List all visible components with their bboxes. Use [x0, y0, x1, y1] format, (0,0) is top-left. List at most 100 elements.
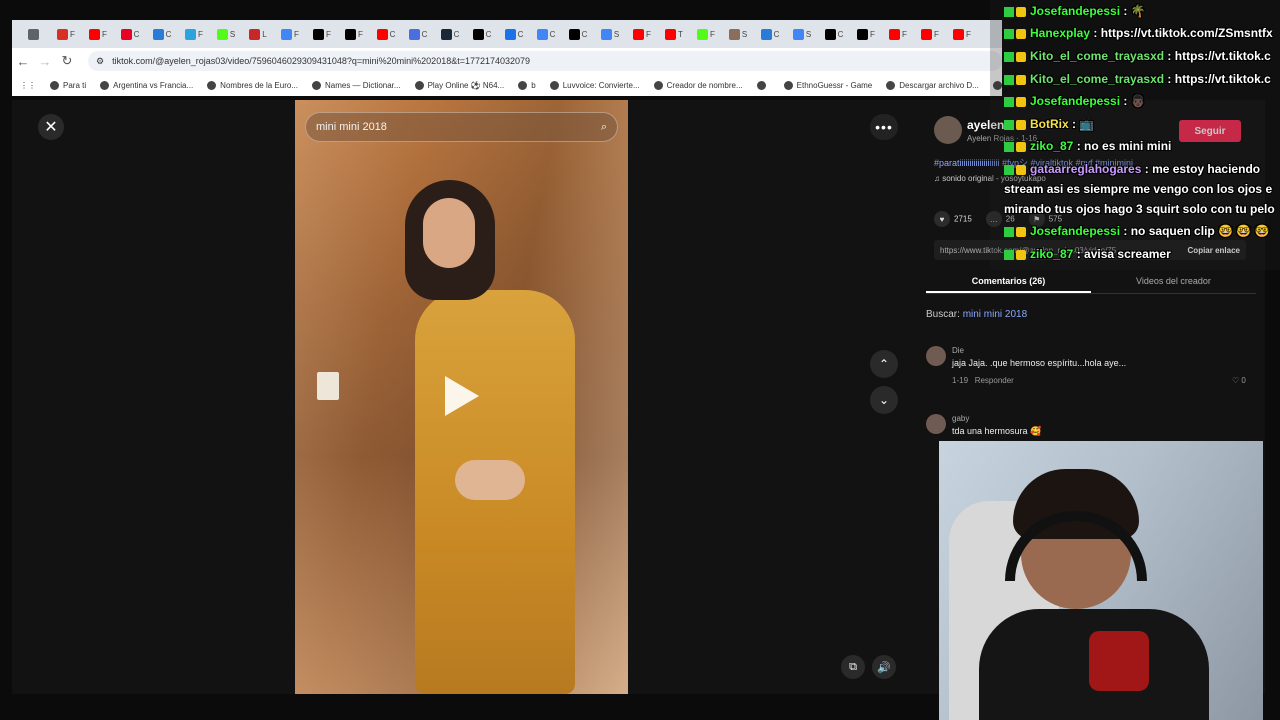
chat-text: : https://vt.tiktok.c [1167, 72, 1271, 86]
microphone-icon [1089, 631, 1149, 691]
browser-tab[interactable]: F [82, 20, 114, 48]
stream-chat-overlay: Josefandepessi : 🌴 Hanexplay : https://vt… [990, 0, 1280, 270]
bookmark-item[interactable]: Argentina vs Francia... [100, 80, 193, 90]
browser-tab[interactable]: S [786, 20, 818, 48]
browser-tab[interactable]: F [690, 20, 722, 48]
bookmark-item[interactable]: Names — Dictionar... [311, 80, 401, 90]
browser-tab[interactable]: T [658, 20, 690, 48]
chat-username[interactable]: Kito_el_come_trayasxd [1030, 72, 1164, 86]
commenter-avatar[interactable] [926, 414, 946, 434]
reload-button[interactable]: ↻ [56, 53, 78, 69]
video-search-bar[interactable]: mini mini 2018 ⌕ [305, 112, 618, 142]
browser-tab[interactable]: C [754, 20, 786, 48]
tab-title: C [517, 29, 524, 39]
browser-tab[interactable]: L [242, 20, 274, 48]
more-options-button[interactable]: ••• [870, 114, 898, 140]
previous-video-button[interactable]: ⌃ [870, 350, 898, 378]
search-icon[interactable]: ⌕ [601, 121, 607, 134]
commenter-name[interactable]: Die [952, 346, 964, 355]
bookmark-item[interactable]: Play Online ⚽ N64... [414, 80, 504, 90]
tiktok-icon [824, 28, 836, 40]
download-icon [504, 28, 516, 40]
browser-tab[interactable]: F [882, 20, 914, 48]
bookmark-item[interactable]: EthnoGuessr - Game [783, 80, 872, 90]
bookmark-item[interactable]: Para ti [50, 80, 86, 90]
chat-text: : me estoy haciendo [1144, 162, 1261, 176]
chat-username[interactable]: Hanexplay [1030, 26, 1090, 40]
pip-button[interactable]: ⧉ [841, 655, 865, 679]
volume-button[interactable]: 🔊 [872, 655, 896, 679]
chat-username[interactable]: gataarreglahogares [1030, 162, 1141, 176]
chat-username[interactable]: ziko_87 [1030, 247, 1073, 261]
chat-message: stream asi es siempre me vengo con los o… [1004, 182, 1272, 196]
browser-tab[interactable]: S [210, 20, 242, 48]
browser-tab[interactable]: C [434, 20, 466, 48]
kick-badge-icon [1004, 28, 1014, 39]
commenter-name[interactable]: gaby [952, 414, 969, 423]
browser-tab[interactable]: C [498, 20, 530, 48]
reply-button[interactable]: Responder [975, 376, 1014, 385]
site-info-icon[interactable]: ⚙ [96, 56, 104, 67]
chat-username[interactable]: Josefandepessi [1030, 4, 1120, 18]
chat-text: : no es mini mini [1076, 139, 1172, 153]
browser-tab[interactable]: S [594, 20, 626, 48]
bookmark-item[interactable]: Luvvoice: Convierte... [549, 80, 640, 90]
bookmark-favicon-icon [311, 80, 321, 90]
play-icon[interactable] [445, 376, 479, 416]
browser-tab[interactable]: C [114, 20, 146, 48]
browser-tab[interactable]: F [338, 20, 370, 48]
browser-tab[interactable]: F [274, 20, 306, 48]
chat-username[interactable]: BotRix [1030, 117, 1069, 131]
tab-title: F [70, 29, 75, 39]
creator-avatar[interactable] [934, 116, 962, 144]
next-video-button[interactable]: ⌄ [870, 386, 898, 414]
browser-tab[interactable]: C [562, 20, 594, 48]
tab-creator-videos[interactable]: Videos del creador [1091, 270, 1256, 293]
tab-title: C [389, 29, 396, 39]
browser-tab[interactable]: C [370, 20, 402, 48]
address-bar[interactable]: ⚙ tiktok.com/@ayelen_rojas03/video/75960… [88, 51, 1002, 71]
browser-tab[interactable]: F [306, 20, 338, 48]
kick-badge-icon [1004, 51, 1014, 62]
browser-tab[interactable]: F [850, 20, 882, 48]
chat-username[interactable]: ziko_87 [1030, 139, 1073, 153]
apps-grid-icon[interactable]: ⋮⋮ [20, 81, 36, 90]
tab-comments[interactable]: Comentarios (26) [926, 270, 1091, 293]
forward-button[interactable]: → [34, 54, 56, 69]
back-button[interactable]: ← [12, 54, 34, 69]
commenter-avatar[interactable] [926, 346, 946, 366]
browser-tab[interactable] [18, 20, 50, 48]
browser-tab[interactable]: C [818, 20, 850, 48]
close-video-button[interactable]: ✕ [38, 114, 64, 140]
browser-tab[interactable]: C [402, 20, 434, 48]
subscriber-badge-icon [1016, 119, 1026, 130]
browser-tab[interactable]: F [946, 20, 978, 48]
browser-tab[interactable]: C [466, 20, 498, 48]
tab-title: C [485, 29, 492, 39]
browser-tab[interactable]: F [178, 20, 210, 48]
video-person-face [423, 198, 475, 268]
bookmark-item[interactable]: Descargar archivo D... [886, 80, 979, 90]
chat-username[interactable]: Kito_el_come_trayasxd [1030, 49, 1164, 63]
chat-username[interactable]: Josefandepessi [1030, 224, 1120, 238]
like-stat[interactable]: ♥ 2715 [934, 211, 972, 227]
bookmark-item[interactable]: b [518, 80, 536, 90]
video-player[interactable]: mini mini 2018 ⌕ [295, 100, 628, 694]
browser-tab[interactable]: F [626, 20, 658, 48]
chat-message: BotRix : 📺 [1004, 117, 1094, 131]
chat-username[interactable]: Josefandepessi [1030, 94, 1120, 108]
tab-title: C [837, 29, 844, 39]
browser-tab[interactable]: S [722, 20, 754, 48]
browser-tab[interactable]: C [146, 20, 178, 48]
related-search[interactable]: Buscar: mini mini 2018 [926, 309, 1027, 320]
browser-tab[interactable]: F [50, 20, 82, 48]
browser-tab[interactable]: C [530, 20, 562, 48]
browser-tab[interactable]: F [914, 20, 946, 48]
bookmark-item[interactable] [756, 80, 770, 90]
chat-message: ziko_87 : no es mini mini [1004, 139, 1171, 153]
kick-icon [697, 28, 709, 40]
bookmark-label: Descargar archivo D... [899, 80, 979, 90]
comment-like-button[interactable]: ♡ 0 [1232, 376, 1246, 385]
bookmark-item[interactable]: Creador de nombre... [653, 80, 743, 90]
bookmark-item[interactable]: Nombres de la Euro... [207, 80, 298, 90]
